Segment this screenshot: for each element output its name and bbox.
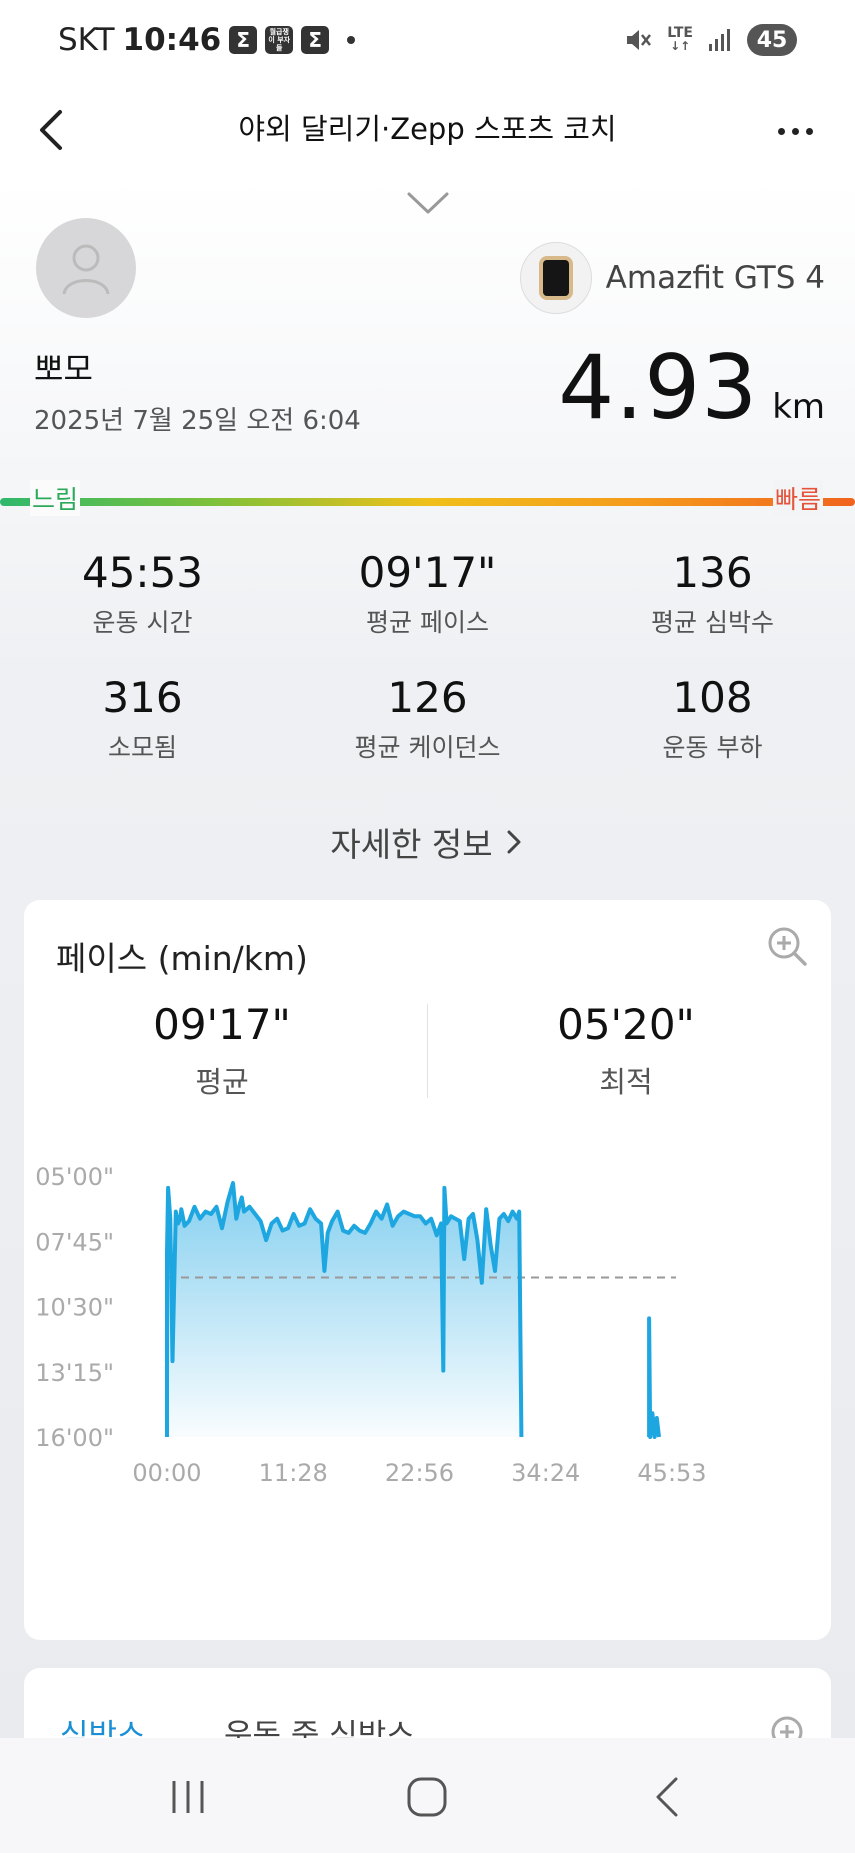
signal-icon: [709, 29, 730, 51]
watch-icon: [519, 242, 592, 314]
clock: 10:46: [122, 22, 222, 58]
stat-training-load: 108 운동 부하: [570, 673, 855, 764]
pace-area: [167, 1183, 659, 1437]
carrier-label: SKT: [58, 22, 115, 58]
details-link-label: 자세한 정보: [330, 825, 493, 864]
battery-icon: 45: [747, 24, 797, 56]
pace-card: 페이스 (min/km) 09'17" 평균 05'20" 최적 05'00" …: [24, 900, 831, 1640]
y-axis-ticks: 05'00" 07'45" 10'30" 13'15" 16'00": [35, 1163, 114, 1452]
tab-heart-rate-during-workout[interactable]: 운동 중 심박스: [224, 1710, 415, 1738]
chevron-down-icon[interactable]: [405, 190, 451, 216]
workout-date: 2025년 7월 25일 오전 6:04: [34, 406, 361, 436]
home-button[interactable]: [397, 1774, 457, 1820]
pace-card-title: 페이스 (min/km): [56, 939, 308, 978]
device-info[interactable]: Amazfit GTS 4: [519, 242, 825, 314]
pace-average-value: 09'17": [153, 1000, 291, 1049]
user-icon: [62, 244, 110, 295]
back-icon: [656, 1777, 678, 1817]
distance-value: 4.93: [558, 336, 759, 439]
status-bar: SKT 10:46 Σ 월급쟁이 부자들 Σ LTE ↓↑ 45: [0, 0, 855, 82]
stat-label: 평균 심박수: [651, 608, 774, 637]
more-dot: [791, 127, 799, 135]
y-tick-label: 13'15": [35, 1359, 114, 1387]
stat-avg-cadence: 126 평균 케이던스: [285, 673, 570, 764]
stat-label: 운동 시간: [92, 608, 193, 637]
y-tick-label: 10'30": [35, 1294, 114, 1322]
user-name: 뽀모: [34, 350, 93, 388]
y-tick-label: 07'45": [35, 1228, 114, 1256]
pace-chart[interactable]: 05'00" 07'45" 10'30" 13'15" 16'00" 00:00 11:2…: [24, 1160, 831, 1580]
stat-value: 126: [387, 673, 468, 722]
recent-apps-button[interactable]: [158, 1774, 218, 1820]
home-icon: [407, 1777, 447, 1817]
tab-heart-rate[interactable]: 심박스: [60, 1710, 146, 1738]
notification-app-icon: 월급쟁이 부자들: [265, 26, 294, 54]
pace-best-value: 05'20": [557, 1000, 695, 1049]
stat-value: 45:53: [81, 548, 204, 597]
speed-gradient-bar: [0, 498, 855, 506]
chevron-right-icon: [507, 830, 521, 854]
more-options-button[interactable]: [765, 108, 825, 154]
stat-duration: 45:53 운동 시간: [0, 548, 285, 639]
stat-label: 평균 케이던스: [354, 733, 501, 762]
x-axis-ticks: 00:00 11:28 22:56 34:24 45:53: [132, 1459, 706, 1487]
stat-avg-pace: 09'17" 평균 페이스: [285, 548, 570, 639]
mute-icon: [627, 30, 652, 50]
y-tick-label: 05'00": [35, 1163, 114, 1191]
speed-slow-label: 느림: [30, 480, 81, 516]
x-tick-label: 11:28: [259, 1459, 328, 1487]
stat-avg-heart-rate: 136 평균 심박수: [570, 548, 855, 639]
avatar[interactable]: [36, 218, 136, 318]
zoom-in-icon[interactable]: [765, 924, 809, 968]
more-dot: [777, 127, 785, 135]
pace-best: 05'20" 최적: [476, 1000, 776, 1101]
nav-back-button[interactable]: [637, 1774, 697, 1820]
stat-value: 136: [672, 548, 753, 597]
distance: 4.93 km: [558, 336, 825, 439]
watch-face: [538, 256, 573, 300]
speed-fast-label: 빠름: [772, 480, 823, 516]
zoom-in-icon[interactable]: [769, 1714, 809, 1738]
pace-average-label: 평균: [195, 1065, 249, 1099]
stat-label: 소모됨: [107, 733, 177, 762]
device-name: Amazfit GTS 4: [605, 260, 825, 296]
title-bar: 야외 달리기·Zepp 스포츠 코치: [0, 82, 855, 178]
y-tick-label: 16'00": [35, 1424, 114, 1452]
pace-best-label: 최적: [599, 1065, 653, 1099]
stat-label: 운동 부하: [662, 733, 763, 762]
x-tick-label: 45:53: [637, 1459, 706, 1487]
stats-grid: 45:53 운동 시간 09'17" 평균 페이스 136 평균 심박수 316…: [0, 548, 855, 764]
more-notifications-dot: [347, 36, 356, 44]
divider: [427, 1004, 428, 1098]
recent-apps-icon: [172, 1781, 204, 1813]
status-right: LTE ↓↑ 45: [623, 24, 797, 56]
x-tick-label: 00:00: [132, 1459, 201, 1487]
heart-rate-card: 심박스 운동 중 심박스: [24, 1668, 831, 1738]
page-title: 야외 달리기·Zepp 스포츠 코치: [238, 112, 617, 146]
pace-summary: 09'17" 평균 05'20" 최적: [24, 1000, 831, 1130]
workout-sheet: Amazfit GTS 4 뽀모 2025년 7월 25일 오전 6:04 4.…: [0, 178, 855, 1738]
notification-app-icon: Σ: [301, 26, 330, 54]
stat-label: 평균 페이스: [366, 608, 489, 637]
details-link[interactable]: 자세한 정보: [0, 818, 855, 866]
notification-app-icon: Σ: [229, 26, 258, 54]
x-tick-label: 34:24: [511, 1459, 580, 1487]
pace-average: 09'17" 평균: [72, 1000, 372, 1101]
status-left: SKT 10:46 Σ 월급쟁이 부자들 Σ: [58, 22, 356, 58]
system-nav-bar: [0, 1738, 855, 1853]
stat-value: 09'17": [358, 548, 497, 597]
more-dot: [805, 127, 813, 135]
x-tick-label: 22:56: [385, 1459, 454, 1487]
lte-icon: LTE ↓↑: [667, 25, 693, 53]
stat-value: 108: [672, 673, 753, 722]
stat-calories: 316 소모됨: [0, 673, 285, 764]
stat-value: 316: [102, 673, 183, 722]
distance-unit: km: [772, 387, 825, 427]
